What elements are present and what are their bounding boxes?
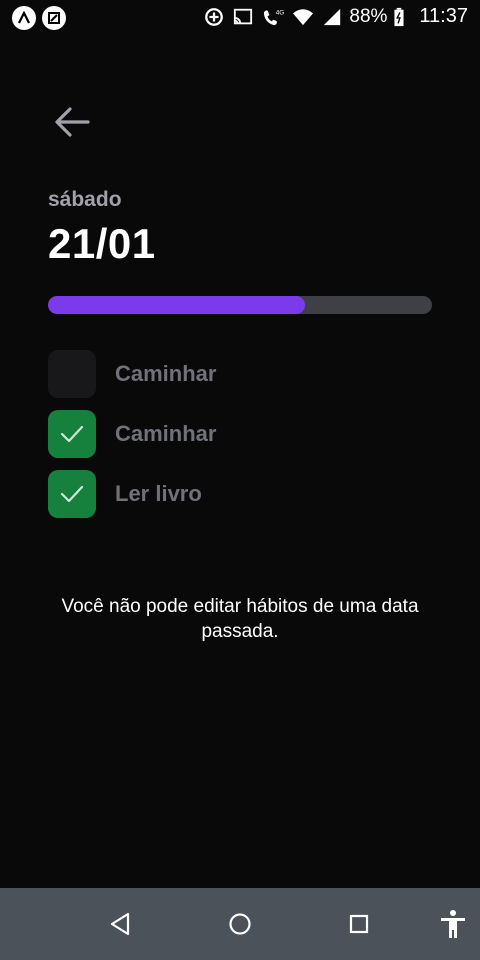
expo-icon: [12, 6, 36, 30]
habit-label: Ler livro: [115, 481, 202, 506]
svg-text:4G: 4G: [276, 9, 285, 16]
screenshot-icon: [42, 6, 66, 30]
habit-item[interactable]: Caminhar: [48, 410, 428, 458]
home-circle-icon: [229, 913, 251, 935]
progress-fill: [48, 296, 306, 314]
date-title: 21/01: [48, 220, 156, 267]
signal-icon: [324, 8, 341, 25]
back-triangle-icon: [110, 912, 130, 936]
habit-item[interactable]: Caminhar: [48, 350, 428, 398]
habit-item[interactable]: Ler livro: [48, 470, 428, 518]
status-bar: 4G 88% 11:37: [0, 0, 480, 36]
nav-home-button[interactable]: [224, 908, 256, 940]
clock: 11:37: [419, 5, 468, 27]
wifi-icon: [293, 8, 314, 25]
habit-label: Caminhar: [115, 421, 217, 446]
habit-checkbox[interactable]: [48, 410, 96, 458]
check-icon: [60, 425, 84, 443]
check-icon: [60, 485, 84, 503]
recents-square-icon: [349, 914, 369, 934]
data-saver-icon: [205, 7, 224, 26]
weekday-label: sábado: [48, 188, 122, 211]
wifi-call-icon: 4G: [264, 9, 285, 25]
navigation-bar: [0, 888, 480, 960]
arrow-left-icon: [55, 107, 90, 137]
back-button[interactable]: [52, 102, 92, 142]
past-date-notice: Você não pode editar hábitos de uma data…: [61, 596, 419, 642]
battery-percent: 88%: [349, 5, 388, 27]
battery-icon: [394, 7, 404, 26]
cast-icon: [234, 8, 253, 24]
habit-checkbox[interactable]: [48, 350, 96, 398]
progress-bar: [48, 296, 432, 314]
nav-back-button[interactable]: [104, 908, 136, 940]
accessibility-icon: [441, 910, 465, 938]
habit-checkbox[interactable]: [48, 470, 96, 518]
nav-accessibility-button[interactable]: [437, 908, 469, 940]
habit-label: Caminhar: [115, 361, 217, 386]
nav-recents-button[interactable]: [343, 908, 375, 940]
